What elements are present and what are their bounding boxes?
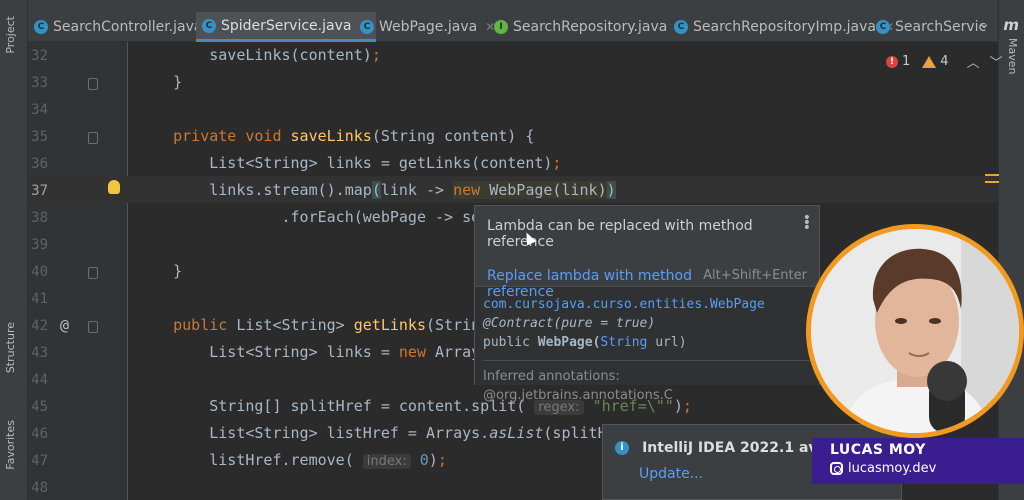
tab-label: SearchServic — [895, 19, 987, 35]
tab-label: SpiderService.java — [221, 17, 352, 34]
fold-marker-icon[interactable] — [88, 321, 98, 333]
project-tool-label: Project — [4, 16, 17, 54]
presenter-name: LUCAS MOY — [830, 442, 926, 458]
chevron-down-icon[interactable]: ﹀ — [990, 52, 1003, 71]
line-number: 48 — [31, 480, 48, 496]
favorites-tool-label: Favorites — [4, 420, 17, 470]
code-line-36: List<String> links = getLinks(content); — [137, 154, 562, 172]
tab-search-repository-imp[interactable]: C SearchRepositoryImp.java ✕ — [668, 12, 900, 42]
line-number: 33 — [31, 75, 48, 91]
tab-search-repository[interactable]: I SearchRepository.java ✕ — [488, 12, 691, 42]
inspection-widget[interactable]: ! 1 4 ︿ ﹀ — [886, 52, 1003, 71]
line-number: 42 — [31, 318, 48, 334]
code-line-38: .forEach(webPage -> search — [137, 208, 517, 226]
doc-signature-name: WebPage( — [537, 335, 601, 350]
chevron-down-icon[interactable]: ⌄ — [978, 16, 990, 32]
line-number: 38 — [31, 210, 48, 226]
class-icon: C — [674, 20, 688, 34]
class-icon: C — [360, 20, 374, 34]
chevron-up-icon[interactable]: ︿ — [967, 52, 980, 71]
interface-icon: I — [494, 20, 508, 34]
structure-tool-label: Structure — [4, 322, 17, 374]
line-number: 44 — [31, 372, 48, 388]
code-line-33: } — [137, 73, 183, 91]
error-count: 1 — [902, 54, 911, 69]
line-number: 39 — [31, 237, 48, 253]
line-number: 43 — [31, 345, 48, 361]
inferred-annotations: Inferred annotations: @org.jetbrains.ann… — [483, 360, 811, 405]
code-line-46: List<String> listHref = Arrays.asList(sp… — [137, 424, 643, 442]
doc-signature: public WebPage(String url) — [483, 333, 811, 352]
structure-tool-tab[interactable]: Structure — [4, 322, 17, 373]
fold-marker-icon[interactable] — [88, 267, 98, 279]
line-number: 41 — [31, 291, 48, 307]
maven-tool-tab[interactable]: Maven — [1006, 38, 1019, 74]
class-icon: C — [202, 18, 216, 33]
tab-label: SearchRepository.java — [513, 19, 668, 35]
favorites-tool-tab[interactable]: Favorites — [4, 420, 17, 470]
line-number: 34 — [31, 102, 48, 118]
webcam-overlay — [806, 224, 1024, 438]
instagram-icon — [830, 462, 843, 475]
line-number: 40 — [31, 264, 48, 280]
line-number: 36 — [31, 156, 48, 172]
fold-marker-icon[interactable] — [88, 78, 98, 90]
warning-count: 4 — [940, 54, 949, 69]
info-icon: i — [615, 440, 629, 455]
more-options-icon[interactable]: • • • — [803, 211, 811, 235]
class-icon: C — [34, 20, 48, 34]
tab-label: SearchRepositoryImp.java — [693, 19, 876, 35]
doc-signature-prefix: public — [483, 335, 538, 350]
line-number: 37 — [31, 183, 48, 199]
code-line-40: } — [137, 262, 183, 280]
code-line-47: listHref.remove( index: 0); — [137, 451, 447, 469]
code-line-42: public List<String> getLinks(String co — [173, 316, 517, 334]
presenter-handle: lucasmoy.dev — [830, 461, 1006, 476]
project-tool-tab[interactable]: Project — [4, 16, 17, 54]
doc-signature-type[interactable]: String — [600, 335, 647, 350]
doc-signature-suffix: url) — [647, 335, 687, 350]
left-tool-strip: Project Structure Favorites — [0, 0, 28, 500]
line-number: 47 — [31, 453, 48, 469]
code-line-43: List<String> links = new ArrayLis — [137, 343, 508, 361]
tab-label: WebPage.java — [379, 19, 478, 35]
presenter-name-bar: LUCAS MOY lucasmoy.dev — [812, 438, 1024, 484]
warning-stripe-mark[interactable] — [985, 181, 999, 183]
warning-stripe-mark[interactable] — [985, 174, 999, 176]
line-number: 32 — [31, 48, 48, 64]
code-line-32: saveLinks(content); — [137, 46, 381, 64]
line-number: 46 — [31, 426, 48, 442]
fold-marker-icon[interactable] — [88, 132, 98, 144]
quick-documentation: com.cursojava.curso.entities.WebPage @Co… — [475, 286, 819, 403]
tab-label: SearchController.java — [53, 19, 203, 35]
warning-icon — [922, 55, 937, 68]
error-icon: ! — [886, 55, 898, 68]
doc-annotation: @Contract(pure = true) — [483, 316, 656, 331]
tab-spider-service[interactable]: C SpiderService.java ✕ — [196, 12, 376, 42]
code-line-37: links.stream().map(link -> new WebPage(l… — [137, 181, 616, 199]
doc-package[interactable]: com.cursojava.curso.entities.WebPage — [483, 295, 811, 314]
editor-tab-bar: C SearchController.java ✕ C SpiderServic… — [28, 0, 998, 42]
presenter-handle-text: lucasmoy.dev — [848, 461, 937, 476]
tab-search-service[interactable]: C SearchServic — [870, 12, 992, 42]
lightbulb-icon[interactable] — [108, 180, 120, 194]
code-line-35: private void saveLinks(String content) { — [173, 127, 535, 145]
class-icon: C — [876, 20, 890, 34]
annotation-at-icon[interactable]: @ — [60, 316, 69, 334]
line-number: 35 — [31, 129, 48, 145]
presenter-photo — [811, 229, 1019, 433]
popup-title: Lambda can be replaced with method refer… — [487, 218, 753, 250]
right-tool-strip: m Maven — [998, 0, 1024, 500]
line-number: 45 — [31, 399, 48, 415]
maven-icon[interactable]: m — [1003, 16, 1019, 34]
tab-web-page[interactable]: C WebPage.java ✕ — [354, 12, 501, 42]
